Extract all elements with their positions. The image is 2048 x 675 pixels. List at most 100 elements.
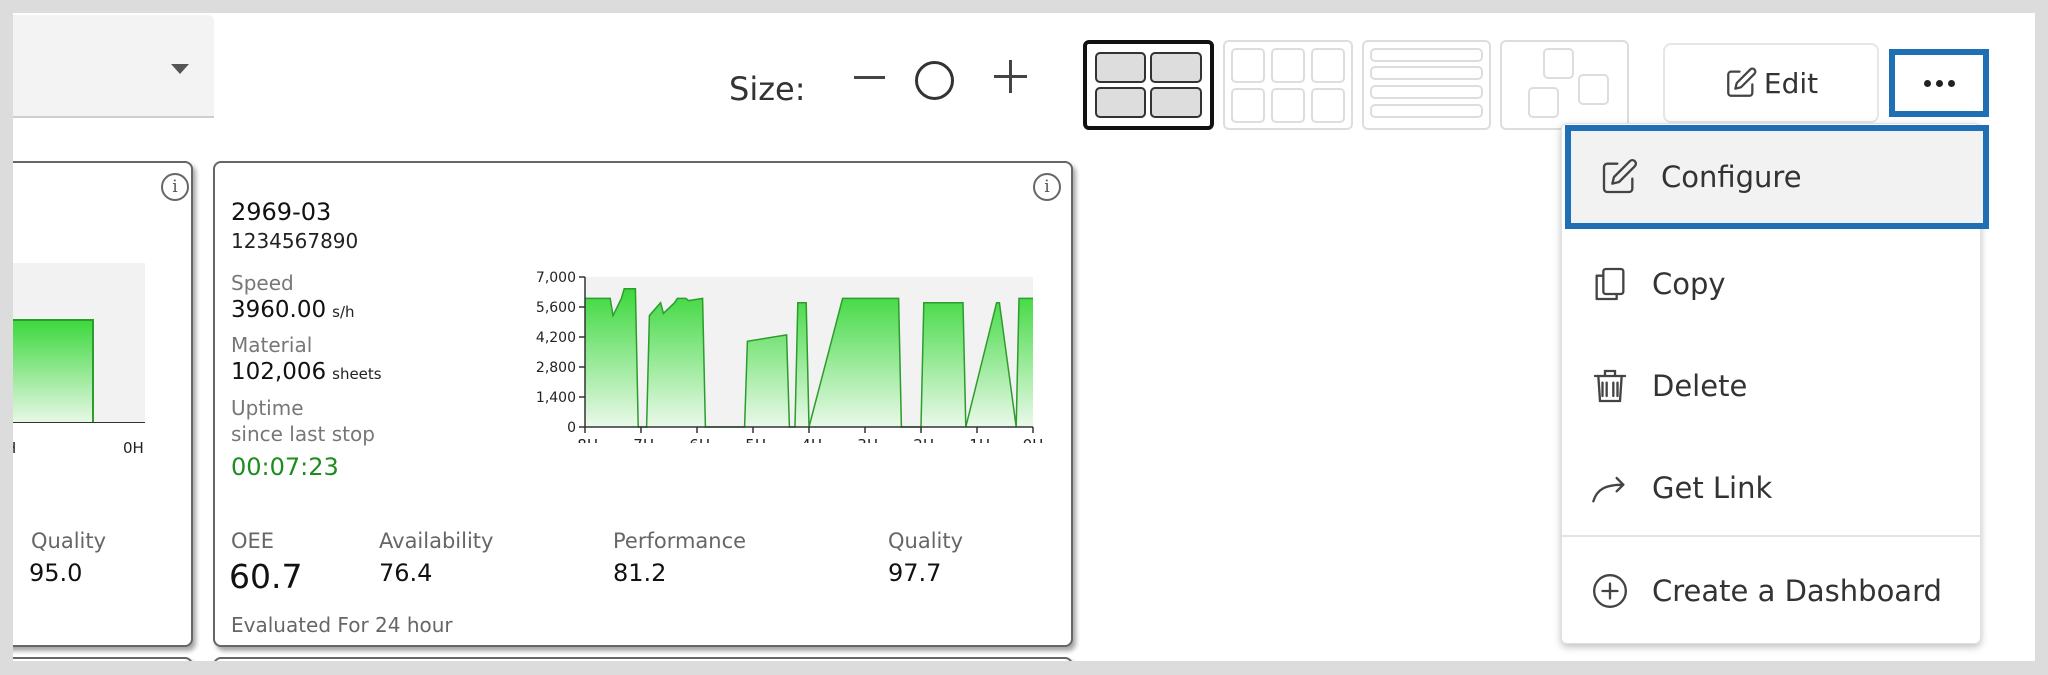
layout-cell [1150, 87, 1202, 118]
machine-card-partial[interactable] [13, 657, 193, 661]
y-tick-label: 7,000 [536, 270, 576, 286]
layout-cell [1231, 48, 1265, 83]
size-increase-button[interactable] [994, 60, 1027, 93]
quality-label: Quality [888, 529, 964, 553]
x-tick-label: -6H [684, 436, 710, 443]
copy-icon [1595, 267, 1625, 301]
layout-list-button[interactable] [1362, 40, 1491, 130]
speed-unit: s/h [332, 303, 355, 321]
menu-item-label: Create a Dashboard [1652, 574, 1942, 608]
x-tick-label: -2H [908, 436, 934, 443]
menu-item-get-link[interactable]: Get Link [1562, 438, 1982, 538]
speed-chart: 7,000 5,600 4,200 2,800 1,400 0-8H -7H -6H -5H -4… [536, 270, 1044, 443]
uptime-subtitle: since last stop [231, 422, 375, 446]
layout-cell [1150, 52, 1202, 83]
material-value: 102,006 [231, 359, 327, 385]
performance-label: Performance [613, 529, 747, 553]
axis-tick-label: H [13, 439, 16, 457]
share-arrow-icon [1592, 476, 1625, 503]
x-tick-label: -3H [852, 436, 878, 443]
speed-value-group: 3960.00 s/h [231, 297, 355, 323]
plus-circle-icon [1593, 574, 1627, 608]
speed-value: 3960.00 [231, 297, 327, 323]
dashboard-frame: Size: Edit i 0H Quality 95.0 i 2969-03 1… [13, 13, 2035, 661]
layout-cell [1528, 87, 1559, 118]
speed-label: Speed [231, 271, 294, 295]
layout-cell [1370, 85, 1483, 99]
menu-item-create-dashboard[interactable]: Create a Dashboard [1562, 541, 1982, 641]
machine-name: 2969-03 [231, 198, 332, 226]
machine-serial: 1234567890 [231, 229, 359, 253]
x-tick-label: -8H [572, 436, 598, 443]
y-tick-label: 2,800 [536, 360, 576, 376]
info-icon[interactable]: i [1033, 173, 1061, 201]
mini-chart [13, 263, 145, 423]
layout-cell [1370, 66, 1483, 80]
oee-value: 60.7 [229, 557, 303, 596]
menu-item-label: Configure [1661, 160, 1802, 194]
menu-divider [1562, 535, 1982, 537]
ellipsis-dot [1935, 79, 1943, 87]
x-tick-label: 0H [1023, 436, 1044, 443]
availability-value: 76.4 [379, 559, 433, 587]
material-label: Material [231, 333, 313, 357]
quality-label: Quality [31, 529, 107, 553]
layout-cell [1271, 48, 1305, 83]
layout-cell [1311, 88, 1345, 123]
dashboard-select[interactable] [13, 15, 214, 118]
more-options-button[interactable] [1889, 49, 1989, 117]
layout-3x2-button[interactable] [1223, 40, 1353, 130]
menu-item-label: Copy [1652, 267, 1726, 301]
layout-free-button[interactable] [1500, 40, 1629, 130]
edit-button[interactable]: Edit [1663, 43, 1879, 123]
menu-item-label: Delete [1652, 369, 1748, 403]
y-tick-label: 1,400 [536, 390, 576, 406]
axis-tick-label: 0H [123, 439, 144, 457]
menu-item-delete[interactable]: Delete [1562, 336, 1982, 436]
layout-cell [1370, 104, 1483, 118]
x-tick-label: -5H [740, 436, 766, 443]
size-label: Size: [729, 70, 806, 108]
layout-cell [1370, 48, 1483, 62]
layout-cell [1231, 88, 1265, 123]
edit-button-label: Edit [1763, 66, 1819, 100]
layout-2x2-button[interactable] [1083, 40, 1214, 130]
ellipsis-dot [1947, 79, 1955, 87]
caret-down-icon [171, 64, 189, 74]
material-value-group: 102,006 sheets [231, 359, 382, 385]
machine-card-partial[interactable]: i H 0H Quality 95.0 [13, 161, 193, 647]
menu-item-configure[interactable]: Configure [1565, 125, 1989, 229]
layout-cell [1271, 88, 1305, 123]
evaluation-period: Evaluated For 24 hour [231, 613, 453, 637]
layout-cell [1095, 52, 1146, 83]
performance-value: 81.2 [613, 559, 667, 587]
size-decrease-button[interactable] [854, 76, 885, 79]
chart-area [13, 319, 94, 423]
y-tick-label: 0 [567, 420, 576, 436]
availability-label: Availability [379, 529, 494, 553]
uptime-value: 00:07:23 [231, 453, 339, 481]
oee-label: OEE [231, 529, 275, 553]
machine-card-partial[interactable] [213, 657, 1073, 661]
options-menu: Configure Copy Delete Get Link Create a … [1561, 123, 1989, 644]
quality-value: 97.7 [888, 559, 942, 587]
quality-value: 95.0 [29, 559, 83, 587]
pencil-square-icon [1602, 158, 1638, 194]
x-tick-label: -1H [964, 436, 990, 443]
menu-item-label: Get Link [1652, 471, 1773, 505]
layout-cell [1578, 74, 1609, 105]
y-tick-label: 4,200 [536, 330, 576, 346]
machine-card[interactable]: i 2969-03 1234567890 Speed 3960.00 s/h Ma… [213, 161, 1073, 647]
ellipsis-icon [1923, 79, 1931, 87]
uptime-label: Uptime [231, 396, 304, 420]
y-tick-label: 5,600 [536, 300, 576, 316]
pencil-square-icon [1726, 67, 1757, 97]
menu-item-copy[interactable]: Copy [1562, 234, 1982, 334]
layout-cell [1311, 48, 1345, 83]
trash-icon [1593, 369, 1627, 403]
layout-cell [1543, 48, 1574, 79]
material-unit: sheets [332, 365, 382, 383]
size-reset-button[interactable] [915, 61, 954, 100]
x-tick-label: -7H [628, 436, 654, 443]
info-icon[interactable]: i [161, 173, 189, 201]
